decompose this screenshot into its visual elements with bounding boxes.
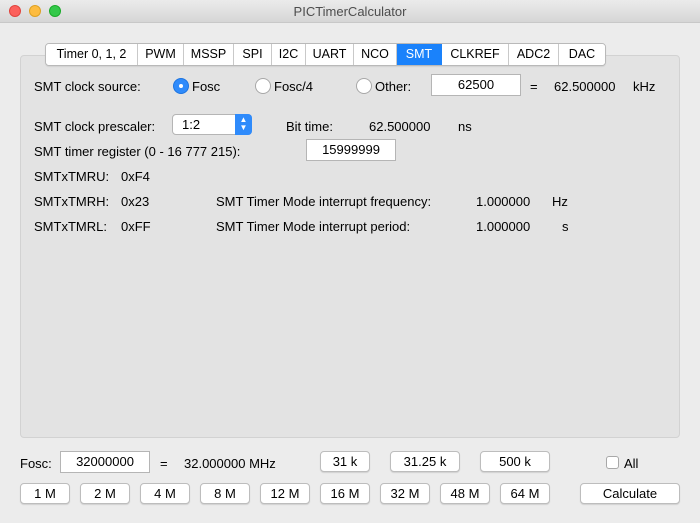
- prescaler-label: SMT clock prescaler:: [34, 119, 156, 134]
- chevron-up-down-icon: ▲ ▼: [235, 114, 252, 135]
- interrupt-period-unit: s: [562, 219, 569, 234]
- fosc-display-value: 32.000000 MHz: [184, 456, 276, 471]
- fosc-input[interactable]: 32000000: [60, 451, 150, 473]
- fosc-radio-label[interactable]: Fosc: [192, 79, 220, 94]
- interrupt-period-value: 1.000000: [476, 219, 531, 234]
- quick-16m-button[interactable]: 16 M: [320, 483, 370, 504]
- clock-source-label: SMT clock source:: [34, 79, 141, 94]
- tab-smt[interactable]: SMT: [397, 44, 442, 65]
- tab-mssp[interactable]: MSSP: [184, 44, 234, 65]
- quick-4m-button[interactable]: 4 M: [140, 483, 190, 504]
- prescaler-select[interactable]: 1:2 ▲ ▼: [172, 114, 252, 135]
- tab-spi[interactable]: SPI: [234, 44, 272, 65]
- calculate-button[interactable]: Calculate: [580, 483, 680, 504]
- clock-frequency-value: 62.500000: [554, 79, 616, 94]
- fosc4-radio[interactable]: [255, 78, 271, 94]
- tmrl-label: SMTxTMRL:: [34, 219, 107, 234]
- fosc4-radio-label[interactable]: Fosc/4: [274, 79, 313, 94]
- tab-timer-0-1-2[interactable]: Timer 0, 1, 2: [46, 44, 138, 65]
- prescaler-value: 1:2: [182, 117, 201, 132]
- tab-content-panel: [20, 55, 680, 438]
- tab-dac[interactable]: DAC: [559, 44, 605, 65]
- quick-31-25k-button[interactable]: 31.25 k: [390, 451, 460, 472]
- quick-64m-button[interactable]: 64 M: [500, 483, 550, 504]
- app-window: PICTimerCalculator Timer 0, 1, 2 PWM MSS…: [0, 0, 700, 523]
- quick-8m-button[interactable]: 8 M: [200, 483, 250, 504]
- window-title: PICTimerCalculator: [293, 4, 407, 19]
- quick-48m-button[interactable]: 48 M: [440, 483, 490, 504]
- tmrh-value: 0x23: [121, 194, 150, 209]
- quick-12m-button[interactable]: 12 M: [260, 483, 310, 504]
- title-bar: PICTimerCalculator: [0, 0, 700, 23]
- fosc-label: Fosc:: [20, 456, 52, 471]
- tmru-label: SMTxTMRU:: [34, 169, 110, 184]
- bit-time-label: Bit time:: [286, 119, 333, 134]
- bit-time-unit: ns: [458, 119, 472, 134]
- fosc-radio[interactable]: [173, 78, 189, 94]
- tab-pwm[interactable]: PWM: [138, 44, 184, 65]
- quick-2m-button[interactable]: 2 M: [80, 483, 130, 504]
- tab-uart[interactable]: UART: [306, 44, 354, 65]
- equals-sign: =: [530, 79, 538, 94]
- quick-1m-button[interactable]: 1 M: [20, 483, 70, 504]
- interrupt-frequency-label: SMT Timer Mode interrupt frequency:: [216, 194, 432, 209]
- interrupt-frequency-value: 1.000000: [476, 194, 531, 209]
- tab-bar: Timer 0, 1, 2 PWM MSSP SPI I2C UART NCO …: [45, 43, 606, 66]
- interrupt-frequency-unit: Hz: [552, 194, 568, 209]
- other-frequency-input[interactable]: 62500: [431, 74, 521, 96]
- quick-500k-button[interactable]: 500 k: [480, 451, 550, 472]
- tab-i2c[interactable]: I2C: [272, 44, 306, 65]
- tmru-value: 0xF4: [121, 169, 150, 184]
- all-checkbox[interactable]: [606, 456, 619, 469]
- tab-nco[interactable]: NCO: [354, 44, 397, 65]
- quick-31k-button[interactable]: 31 k: [320, 451, 370, 472]
- timer-register-input[interactable]: 15999999: [306, 139, 396, 161]
- other-radio-label[interactable]: Other:: [375, 79, 411, 94]
- all-checkbox-label[interactable]: All: [624, 456, 638, 471]
- tmrh-label: SMTxTMRH:: [34, 194, 110, 209]
- bit-time-value: 62.500000: [369, 119, 431, 134]
- clock-frequency-unit: kHz: [633, 79, 656, 94]
- other-radio[interactable]: [356, 78, 372, 94]
- timer-register-label: SMT timer register (0 - 16 777 215):: [34, 144, 241, 159]
- quick-32m-button[interactable]: 32 M: [380, 483, 430, 504]
- interrupt-period-label: SMT Timer Mode interrupt period:: [216, 219, 411, 234]
- tab-adc2[interactable]: ADC2: [509, 44, 559, 65]
- tab-clkref[interactable]: CLKREF: [442, 44, 509, 65]
- tmrl-value: 0xFF: [121, 219, 151, 234]
- fosc-equals-sign: =: [160, 456, 168, 471]
